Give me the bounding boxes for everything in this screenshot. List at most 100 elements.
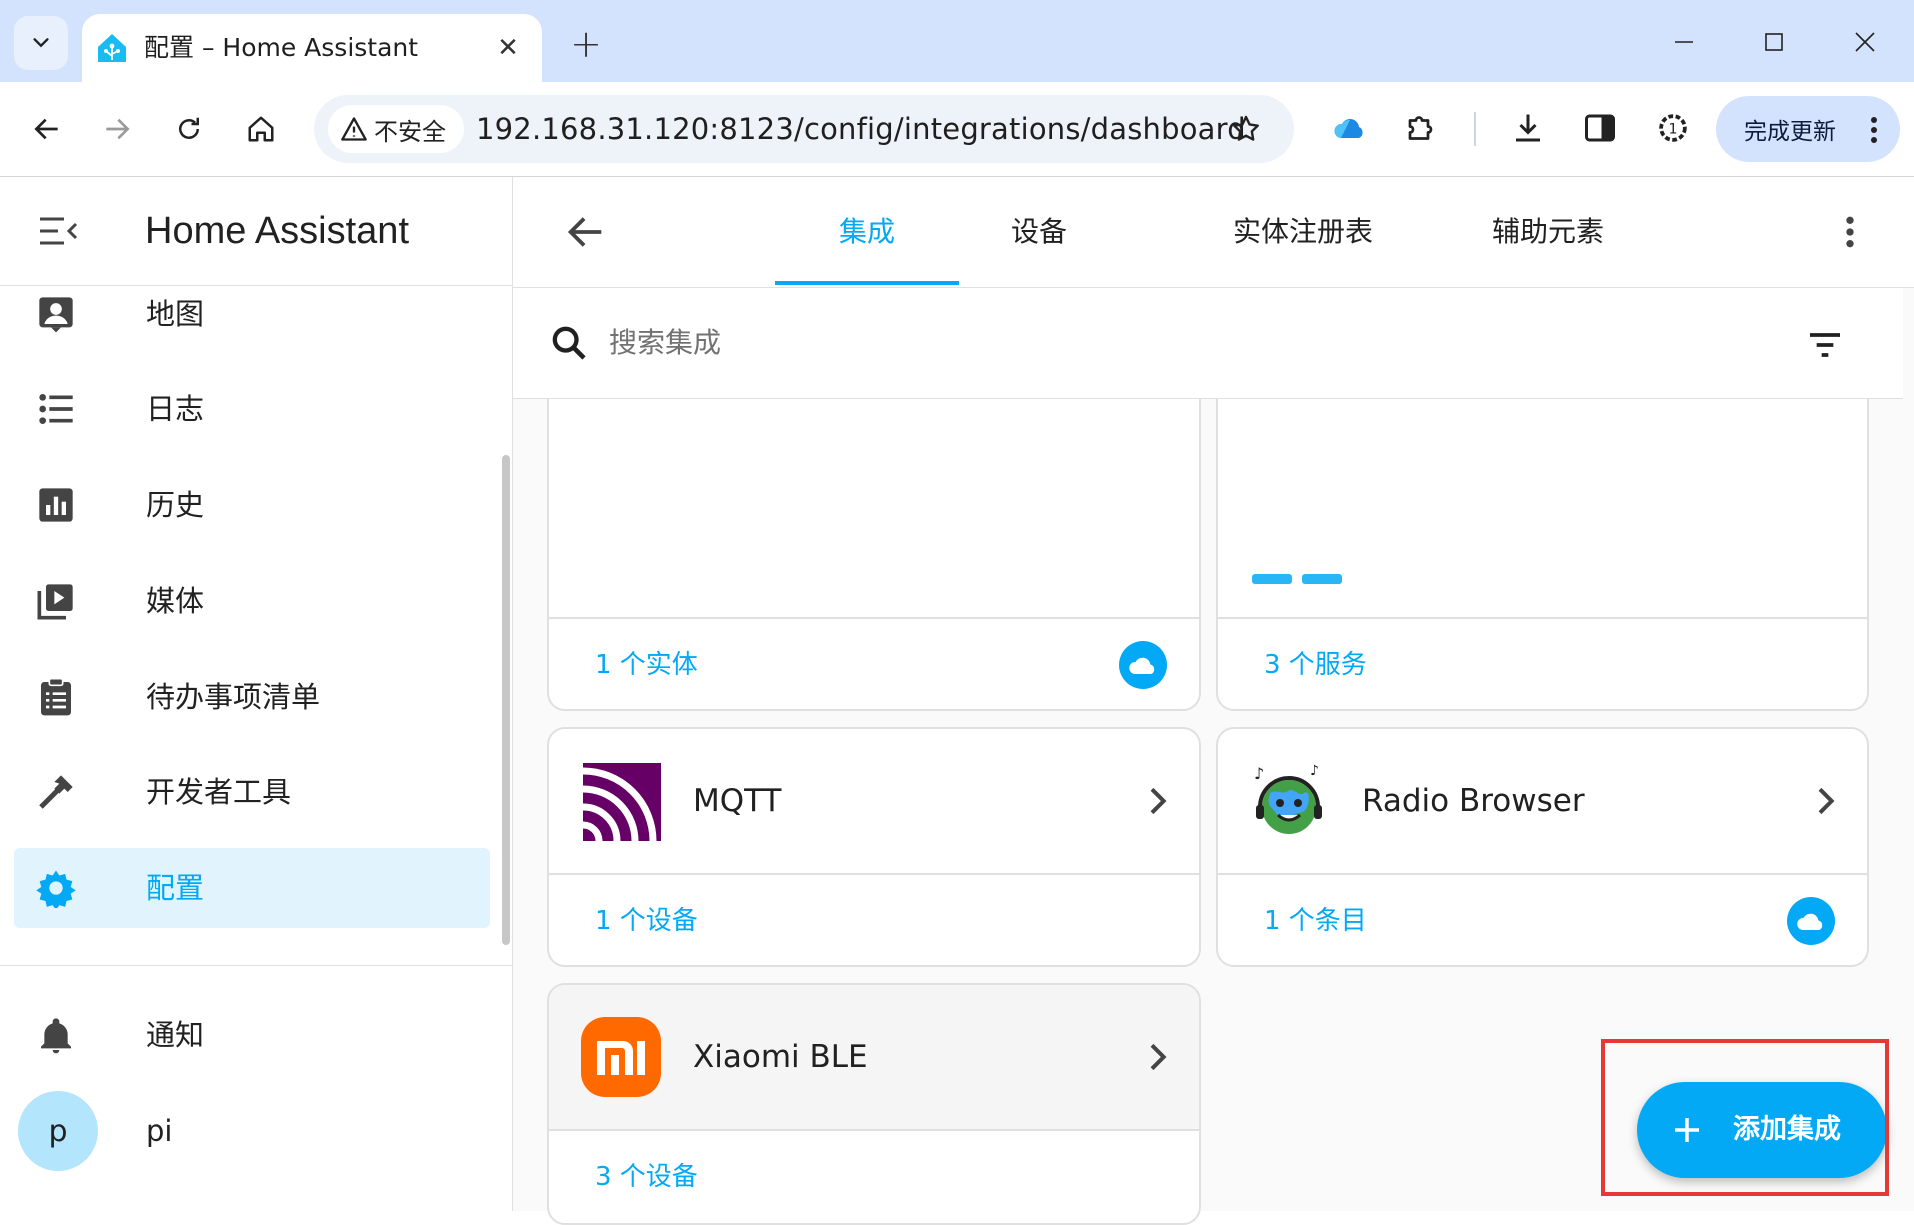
bell-icon [41,1018,71,1054]
sidebar-item-label: 配置 [146,871,205,905]
tab-devices[interactable]: 设备 [959,177,1119,287]
sidebar: Home Assistant 地图 日志 历史 媒体 待办事项清单 开发者工具 … [0,177,513,1211]
menu-open-icon[interactable] [38,213,78,249]
integration-name: MQTT [693,783,782,819]
tab-helpers[interactable]: 辅助元素 [1451,177,1645,287]
svg-text:♪: ♪ [1254,764,1264,783]
tab-integrations[interactable]: 集成 [775,177,959,287]
back-button[interactable] [22,104,72,154]
tab-search-button[interactable] [14,16,68,70]
sidebar-item-label: 历史 [146,488,205,522]
chevron-down-icon [33,38,49,48]
extension-badge-icon[interactable]: 1 [1654,109,1692,147]
home-icon [248,116,274,142]
integration-card-radio-browser[interactable]: ♪ ♪ Radio Browser 1 个条目 [1216,727,1869,967]
sidebar-header: Home Assistant [0,177,512,286]
reload-icon [179,117,199,139]
account-box-icon [39,297,73,333]
home-button[interactable] [236,104,286,154]
svg-text:1: 1 [1668,122,1677,138]
avatar: p [18,1091,98,1171]
clipboard-list-icon [41,677,71,716]
browser-tab-title: 配置 – Home Assistant [144,33,419,62]
address-bar[interactable]: 不安全 192.168.31.120:8123/config/integrati… [314,95,1294,163]
arrow-left-icon[interactable] [563,209,609,255]
card-footer-text[interactable]: 3 个设备 [595,1131,698,1223]
arrow-right-icon [106,118,130,140]
user-name: pi [146,1114,173,1148]
sidebar-item-todo[interactable]: 待办事项清单 [14,657,490,737]
maximize-icon [1765,33,1783,51]
chevron-right-icon [1818,787,1835,815]
config-top-bar: 集成 设备 实体注册表 辅助元素 [513,177,1914,288]
sidebar-item-developer-tools[interactable]: 开发者工具 [14,752,490,832]
home-assistant-favicon-icon [98,34,126,62]
integration-card[interactable]: 3 个服务 [1216,357,1869,711]
sidebar-item-media[interactable]: 媒体 [14,561,490,641]
sidebar-item-label: 媒体 [146,584,205,618]
warning-icon [341,117,367,141]
arrow-left-icon [34,118,58,140]
cog-icon [36,870,76,908]
search-bar: 搜索集成 [513,288,1903,399]
extensions-puzzle-icon[interactable] [1404,110,1440,146]
side-panel-icon[interactable] [1582,110,1618,146]
integration-card-xiaomi-ble[interactable]: Xiaomi BLE 3 个设备 [547,983,1201,1225]
url-text[interactable]: 192.168.31.120:8123/config/integrations/… [476,95,1246,163]
security-label: 不安全 [374,117,446,146]
sidebar-divider [0,965,512,966]
xiaomi-logo [581,1017,661,1097]
card-footer-text[interactable]: 1 个设备 [595,875,698,965]
integration-logo-fragment [1252,574,1292,584]
maximize-window-button[interactable] [1746,20,1802,64]
sidebar-item-config[interactable]: 配置 [14,848,490,928]
sidebar-scrollbar[interactable] [502,455,510,945]
card-footer-text[interactable]: 3 个服务 [1264,619,1367,709]
sidebar-item-label: 开发者工具 [146,775,292,809]
integration-card-mqtt[interactable]: MQTT 1 个设备 [547,727,1201,967]
minimize-icon [1675,41,1693,43]
active-tab-indicator [775,281,959,285]
update-label: 完成更新 [1744,119,1836,145]
sidebar-item-logbook[interactable]: 日志 [14,369,490,449]
integration-name: Radio Browser [1362,783,1585,819]
sidebar-item-profile[interactable]: p pi [14,1091,490,1171]
toolbar-divider [1474,112,1476,146]
search-input[interactable]: 搜索集成 [609,288,721,398]
more-vert-icon[interactable] [1830,212,1870,252]
highlight-box [1601,1039,1889,1196]
sidebar-item-label: 日志 [146,392,205,426]
sidebar-item-notifications[interactable]: 通知 [14,995,490,1075]
card-footer-text[interactable]: 1 个条目 [1264,875,1367,965]
cloud-icon [1119,641,1167,689]
browser-tab-strip: 配置 – Home Assistant ✕ + [0,0,1914,82]
sidebar-item-label: 地图 [146,297,205,331]
sidebar-item-map[interactable]: 地图 [14,274,490,354]
close-icon [1855,32,1875,52]
site-security-chip[interactable]: 不安全 [328,105,464,153]
sidebar-item-history[interactable]: 历史 [14,465,490,545]
card-header: MQTT [549,729,1199,875]
forward-button[interactable] [92,104,142,154]
cloud-extension-icon[interactable] [1332,114,1368,144]
close-window-button[interactable] [1837,20,1893,64]
integration-card[interactable]: 1 个实体 [547,357,1201,711]
browser-tab[interactable]: 配置 – Home Assistant ✕ [82,14,542,82]
hammer-icon [39,775,73,809]
tab-entities[interactable]: 实体注册表 [1185,177,1421,287]
close-tab-icon[interactable]: ✕ [494,33,522,63]
download-icon[interactable] [1510,110,1546,146]
card-header: Xiaomi BLE [549,985,1199,1131]
sidebar-item-label: 通知 [146,1018,205,1052]
filter-icon[interactable] [1805,325,1845,365]
card-footer-text[interactable]: 1 个实体 [595,619,698,709]
minimize-window-button[interactable] [1656,20,1712,64]
new-tab-button[interactable]: + [564,22,608,66]
sidebar-title: Home Assistant [145,210,409,252]
bookmark-star-icon[interactable] [1230,113,1262,145]
chart-box-icon [39,488,73,522]
svg-text:♪: ♪ [1310,763,1319,779]
update-browser-button[interactable]: 完成更新 [1716,96,1900,162]
search-icon [552,326,586,360]
reload-button[interactable] [164,104,214,154]
